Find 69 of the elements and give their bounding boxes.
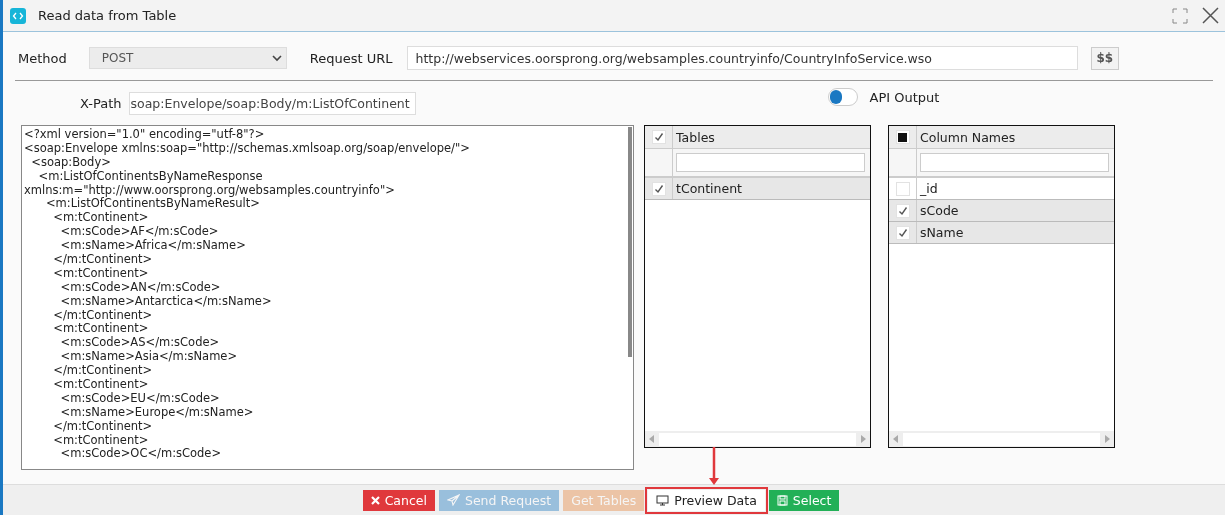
method-label: Method [18, 50, 67, 66]
close-icon[interactable] [1202, 7, 1219, 24]
horizontal-scrollbar[interactable] [889, 431, 1114, 447]
column-header: Tables [675, 129, 715, 145]
row-label: sName [919, 225, 964, 240]
paper-plane-icon [447, 494, 460, 506]
filter-field[interactable] [676, 153, 865, 172]
xml-line: <m:sCode>AS</m:sCode> [59, 336, 221, 350]
api-output-label: API Output [869, 89, 940, 105]
xml-line: <m:sName>Europe</m:sName> [59, 405, 255, 420]
xml-line: </m:tContinent> [52, 364, 154, 378]
filter-field[interactable] [920, 153, 1109, 172]
grid-row[interactable]: _id [889, 178, 1114, 200]
row-checkbox[interactable] [895, 181, 910, 196]
window-title: Read data from Table [38, 8, 177, 23]
row-label: tContinent [675, 181, 742, 196]
xml-line: <m:tContinent> [52, 433, 150, 447]
xml-line: <soap:Envelope xmlns:soap="http://schemas.xmlsoap.org/soap/envelope/"> [24, 141, 471, 156]
xml-line: <m:sCode>OC</m:sCode> [59, 447, 223, 462]
xml-line: </m:tContinent> [52, 419, 153, 434]
xml-line: </m:tContinent> [52, 308, 154, 322]
request-url-field[interactable]: http://webservices.oorsprong.org/websamples.countryinfo/CountryInfoService.wso [406, 46, 1078, 70]
xpath-field[interactable]: soap:Envelope/soap:Body/m:ListOfContinent [128, 91, 416, 115]
annotation-arrow [709, 447, 719, 487]
request-url-label: Request URL [309, 50, 393, 66]
xml-line: <m:ListOfContinentsByNameResponse [38, 169, 264, 184]
method-dropdown[interactable]: POST [88, 47, 287, 69]
xml-line: <m:sCode>AF</m:sCode> [59, 225, 220, 239]
cancel-button[interactable]: Cancel [362, 489, 435, 511]
row-label: _id [919, 181, 938, 196]
grid-row[interactable]: sName [889, 222, 1114, 244]
grid-row[interactable]: sCode [889, 200, 1114, 222]
row-checkbox[interactable] [651, 181, 666, 196]
close-icon [370, 495, 380, 505]
xpath-label: X-Path [80, 95, 122, 111]
xml-line: <m:tContinent> [52, 211, 150, 225]
monitor-icon [656, 494, 670, 506]
xml-line: <m:sName>Asia</m:sName> [59, 350, 239, 364]
xml-line: <m:tContinent> [52, 322, 150, 336]
xml-line: <soap:Body> [31, 155, 111, 170]
variables-button[interactable]: $$ [1090, 46, 1120, 70]
select-all-checkbox[interactable] [895, 130, 910, 144]
api-output-toggle[interactable] [827, 88, 858, 106]
scroll-right-icon[interactable] [1104, 435, 1110, 443]
xml-line: <m:tContinent> [52, 266, 150, 281]
preview-button[interactable]: Preview Data [648, 489, 765, 511]
column-header: Column Names [919, 129, 1016, 145]
row-checkbox[interactable] [895, 225, 910, 240]
chevron-down-icon [271, 54, 282, 62]
xml-line: <m:sCode>EU</m:sCode> [59, 391, 221, 406]
xml-line: <?xml version="1.0" encoding="utf-8"?> [24, 128, 266, 142]
row-label: sCode [919, 203, 959, 218]
horizontal-scrollbar[interactable] [645, 431, 870, 447]
app-icon [10, 7, 26, 24]
xml-line: <m:tContinent> [52, 378, 150, 392]
xml-line: <m:sCode>AN</m:sCode> [59, 280, 222, 295]
scroll-left-icon[interactable] [893, 435, 899, 443]
xml-line: </m:tContinent> [52, 253, 154, 267]
grid-row[interactable]: tContinent [645, 178, 870, 200]
maximize-icon[interactable] [1172, 7, 1188, 24]
xml-line: xmlns:m="http://www.oorsprong.org/websamples.countryinfo"> [24, 183, 396, 197]
xml-line: <m:ListOfContinentsByNameResult> [45, 197, 260, 211]
scroll-left-icon[interactable] [649, 435, 655, 443]
select-all-checkbox[interactable] [651, 130, 666, 144]
scroll-right-icon[interactable] [860, 435, 866, 443]
xml-line: <m:sName>Africa</m:sName> [59, 239, 247, 253]
row-checkbox[interactable] [895, 203, 910, 218]
response-text-area[interactable] [21, 125, 634, 470]
xml-line: <m:sName>Antarctica</m:sName> [59, 294, 273, 309]
